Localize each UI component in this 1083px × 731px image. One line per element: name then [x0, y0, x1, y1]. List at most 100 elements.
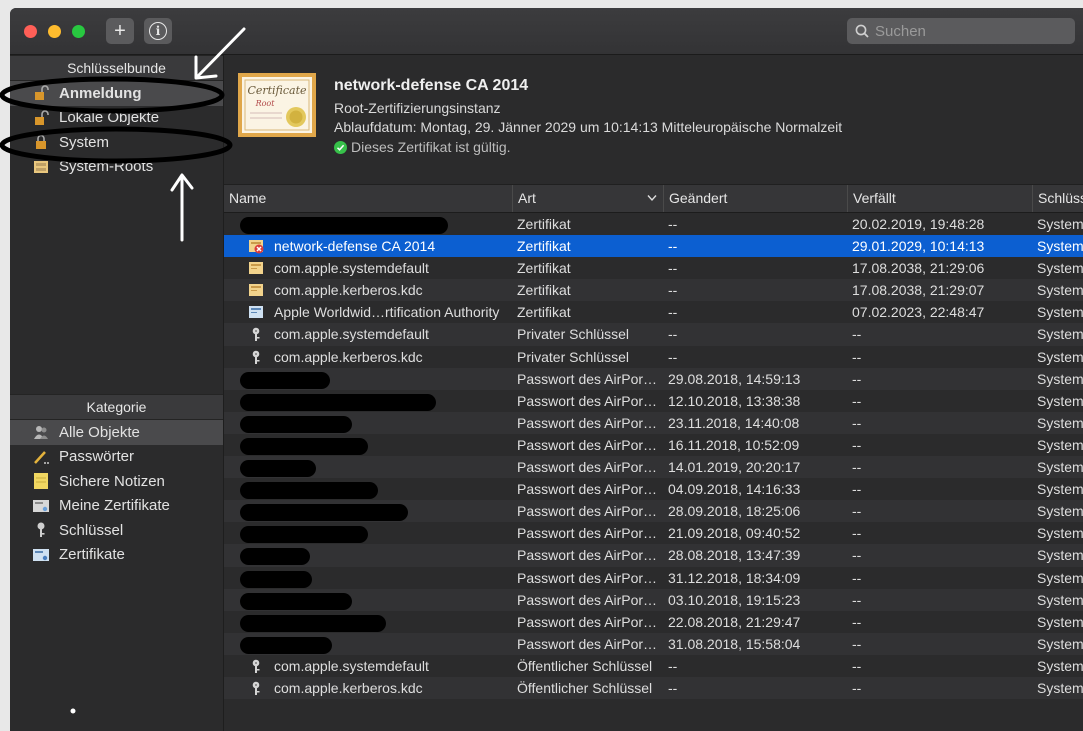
cell-expires: -- [852, 525, 862, 542]
cell-keychain: System [1037, 635, 1083, 652]
category-section: Kategorie Alle Objekte Passwörter Sicher… [10, 394, 223, 567]
cell-name [224, 412, 512, 434]
column-art[interactable]: Art [512, 185, 663, 212]
cell-name: com.apple.kerberos.kdc [274, 282, 423, 299]
sidebar-item-label: Anmeldung [59, 84, 142, 102]
column-keychain[interactable]: Schlüss [1032, 185, 1083, 212]
category-item-passwords[interactable]: Passwörter [10, 445, 223, 470]
category-item-label: Meine Zertifikate [59, 497, 170, 515]
cell-kind: Öffentlicher Schlüssel [517, 679, 653, 696]
sidebar-item-label: System-Roots [59, 158, 154, 176]
table-row[interactable]: Passwort des AirPor… 23.11.2018, 14:40:08… [224, 411, 1083, 434]
certificate-icon [33, 548, 49, 561]
cell-name [224, 567, 512, 589]
table-row[interactable]: Passwort des AirPor… 22.08.2018, 21:29:47… [224, 611, 1083, 633]
category-item-all[interactable]: Alle Objekte [10, 420, 223, 445]
category-item-my-certs[interactable]: Meine Zertifikate [10, 494, 223, 519]
cell-name [224, 589, 512, 611]
category-header: Kategorie [10, 394, 223, 420]
table-row[interactable]: Passwort des AirPor… 03.10.2018, 19:15:23… [224, 588, 1083, 611]
table-row[interactable]: Passwort des AirPor… 12.10.2018, 13:38:38… [224, 390, 1083, 412]
cell-expires: -- [852, 326, 862, 343]
category-item-keys[interactable]: Schlüssel [10, 518, 223, 543]
column-modified[interactable]: Geändert [663, 185, 847, 212]
table-row[interactable]: Passwort des AirPor… 04.09.2018, 14:16:33… [224, 478, 1083, 500]
sidebar-item-lokale-objekte[interactable]: Lokale Objekte [10, 106, 223, 131]
lock-open-icon [35, 85, 49, 101]
table-row[interactable]: Apple Worldwid…rtification Authority Zert… [224, 301, 1083, 323]
cell-keychain: System [1037, 216, 1083, 232]
cell-keychain: System [1037, 481, 1083, 498]
cell-modified: 21.09.2018, 09:40:52 [668, 525, 801, 542]
cell-expires: -- [852, 503, 862, 520]
maximize-button[interactable] [72, 25, 85, 38]
cell-name: com.apple.systemdefault [274, 326, 429, 343]
table-row[interactable]: Passwort des AirPor… 29.08.2018, 14:59:13… [224, 367, 1083, 390]
table-row[interactable]: com.apple.systemdefault Zertifikat -- 17.08… [224, 257, 1083, 279]
table-row[interactable]: com.apple.systemdefault Privater Schlüsse… [224, 323, 1083, 346]
cell-name [224, 522, 512, 544]
sidebar-item-anmeldung[interactable]: Anmeldung [10, 81, 223, 106]
cell-kind: Zertifikat [517, 216, 571, 232]
info-button[interactable]: i [144, 18, 172, 44]
category-item-label: Alle Objekte [59, 423, 140, 441]
table-row[interactable]: Zertifikat -- 20.02.2019, 19:48:28 System [224, 213, 1083, 235]
cell-kind: Passwort des AirPor… [517, 459, 658, 476]
cert-title: network-defense CA 2014 [334, 77, 529, 94]
table-row[interactable]: Passwort des AirPor… 28.09.2018, 18:25:06… [224, 500, 1083, 523]
cell-keychain: System [1037, 348, 1083, 365]
cert-validity: Dieses Zertifikat ist gültig. [334, 139, 511, 155]
cell-keychain: System [1037, 326, 1083, 343]
category-item-notes[interactable]: Sichere Notizen [10, 469, 223, 494]
cell-expires: 17.08.2038, 21:29:06 [852, 260, 985, 277]
cell-kind: Passwort des AirPor… [517, 503, 658, 520]
cell-modified: -- [668, 216, 678, 232]
table-row[interactable]: com.apple.systemdefault Öffentlicher Schl… [224, 655, 1083, 677]
table-row[interactable]: com.apple.kerberos.kdc Zertifikat -- 17.08.… [224, 279, 1083, 302]
column-name[interactable]: Name [224, 185, 512, 212]
pencil-icon [34, 450, 49, 464]
table-row[interactable]: com.apple.kerberos.kdc Privater Schlüssel… [224, 346, 1083, 368]
cell-name [224, 434, 512, 456]
cert-image-root-text: Root [255, 99, 276, 108]
cell-kind: Privater Schlüssel [517, 348, 630, 365]
table-row[interactable]: Passwort des AirPor… 21.09.2018, 09:40:52… [224, 522, 1083, 544]
add-item-button[interactable]: + [106, 18, 134, 44]
certificate-icon [33, 499, 49, 512]
table-row[interactable]: Passwort des AirPor… 16.11.2018, 10:52:09… [224, 434, 1083, 456]
cell-name: com.apple.kerberos.kdc [274, 679, 423, 696]
cell-name: com.apple.kerberos.kdc [274, 348, 423, 365]
cell-expires: 07.02.2023, 22:48:47 [852, 304, 985, 321]
table-row[interactable]: com.apple.kerberos.kdc Öffentlicher Schlü… [224, 676, 1083, 700]
category-item-certs[interactable]: Zertifikate [10, 543, 223, 568]
cell-name: network-defense CA 2014 [274, 238, 436, 255]
search-field[interactable] [847, 18, 1075, 44]
sidebar-item-label: Lokale Objekte [59, 109, 160, 127]
cell-name [224, 390, 512, 412]
table-row[interactable]: Passwort des AirPor… 28.08.2018, 13:47:39… [224, 544, 1083, 567]
table-row[interactable]: Passwort des AirPor… 14.01.2019, 20:20:17… [224, 456, 1083, 479]
cell-keychain: System [1037, 304, 1083, 321]
cell-modified: 14.01.2019, 20:20:17 [668, 459, 801, 476]
sidebar-item-system[interactable]: System [10, 130, 223, 155]
certificate-info-panel: Certificate Root network-defense CA 2014… [224, 55, 1083, 183]
cell-kind: Passwort des AirPor… [517, 370, 658, 387]
plus-icon: + [114, 20, 126, 42]
column-expires[interactable]: Verfällt [847, 185, 1032, 212]
cell-keychain: System [1037, 569, 1083, 586]
minimize-button[interactable] [48, 25, 61, 38]
cell-kind: Zertifikat [517, 238, 571, 255]
items-table: Name Art Geändert Verfällt Schlüss Zerti… [224, 184, 1083, 731]
table-row[interactable]: network-defense CA 2014 Zertifikat -- 29.01… [224, 235, 1083, 258]
cell-expires: -- [852, 414, 862, 431]
table-row[interactable]: Passwort des AirPor… 31.08.2018, 15:58:04… [224, 632, 1083, 655]
cell-name [224, 368, 512, 390]
table-row[interactable]: Passwort des AirPor… 31.12.2018, 18:34:09… [224, 567, 1083, 589]
search-input[interactable] [875, 22, 1055, 40]
close-button[interactable] [24, 25, 37, 38]
cell-keychain: System [1037, 392, 1083, 409]
sidebar-item-system-roots[interactable]: System-Roots [10, 155, 223, 180]
cell-expires: -- [852, 459, 862, 476]
titlebar: + i [10, 8, 1083, 55]
table-body: Zertifikat -- 20.02.2019, 19:48:28 System ne… [224, 213, 1083, 700]
